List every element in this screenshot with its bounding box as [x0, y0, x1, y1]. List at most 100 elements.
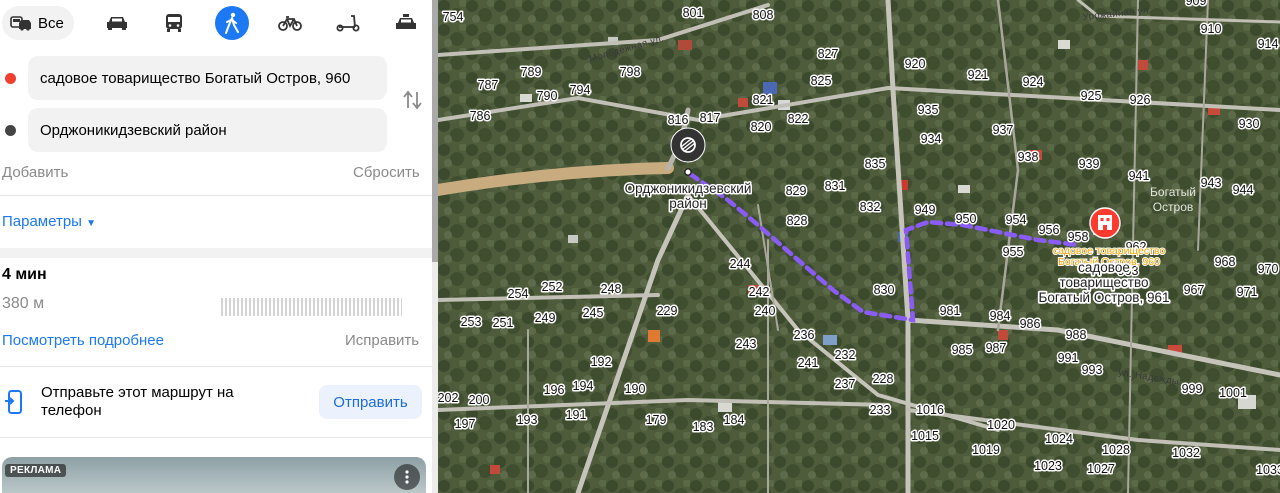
plot-number-789: 789: [521, 65, 542, 79]
plot-number-196: 196: [544, 383, 565, 397]
taxi-icon: [396, 14, 416, 29]
plot-number-985: 985: [952, 343, 973, 357]
mode-scooter-button[interactable]: [331, 6, 365, 40]
mode-bike-button[interactable]: [273, 6, 307, 40]
plot-number-1032: 1032: [1172, 446, 1200, 460]
plot-number-910: 910: [1201, 22, 1222, 36]
plot-number-956: 956: [1039, 223, 1060, 237]
map-canvas[interactable]: Молодёжная ул. ул. Надежды Урожайная ул.…: [438, 0, 1280, 493]
plot-number-938: 938: [1018, 150, 1039, 164]
add-point-link[interactable]: Добавить: [2, 164, 68, 181]
to-input[interactable]: Орджоникидзевский район: [28, 108, 387, 152]
plot-number-967: 967: [1184, 283, 1205, 297]
reset-link[interactable]: Сбросить: [353, 164, 420, 181]
plot-number-244: 244: [730, 257, 751, 271]
plot-number-192: 192: [591, 355, 612, 369]
plot-number-934: 934: [921, 132, 942, 146]
mode-car-button[interactable]: [100, 6, 134, 40]
destination-marker[interactable]: [1089, 207, 1121, 239]
plot-number-1019: 1019: [972, 443, 1000, 457]
plot-number-1015: 1015: [911, 429, 939, 443]
plot-number-232: 232: [835, 348, 856, 362]
plot-number-242: 242: [749, 285, 770, 299]
plot-number-1001: 1001: [1219, 386, 1247, 400]
plot-number-993: 993: [1082, 363, 1103, 377]
mode-taxi-button[interactable]: [389, 6, 423, 40]
transport-modes: Все: [0, 0, 432, 46]
plot-number-184: 184: [724, 413, 745, 427]
plot-number-1024: 1024: [1045, 432, 1073, 446]
caret-down-icon: ▼: [86, 218, 97, 229]
route-sidebar: Все садовое товарищество Богатый Остров,…: [0, 0, 432, 493]
car-bus-icon: [10, 16, 31, 31]
swap-route-icon[interactable]: [402, 90, 424, 110]
mode-all-label: Все: [38, 14, 64, 32]
plot-number-816: 816: [668, 113, 689, 127]
plot-number-237: 237: [835, 377, 856, 391]
send-route-text: Отправьте этот маршрут на телефон: [41, 384, 234, 419]
plot-number-236: 236: [794, 328, 815, 342]
more-icon[interactable]: [394, 464, 420, 490]
plot-number-954: 954: [1006, 213, 1027, 227]
plot-number-1020: 1020: [987, 418, 1015, 432]
plot-number-821: 821: [753, 93, 774, 107]
plot-number-921: 921: [968, 68, 989, 82]
plot-number-790: 790: [537, 89, 558, 103]
plot-number-1033: 1033: [1256, 463, 1280, 477]
scooter-icon: [336, 15, 360, 32]
plot-number-943: 943: [1201, 176, 1222, 190]
plot-number-958: 958: [1068, 230, 1089, 244]
plot-number-253: 253: [461, 315, 482, 329]
plot-number-935: 935: [918, 103, 939, 117]
divider: [0, 195, 432, 196]
details-link[interactable]: Посмотреть подробнее: [2, 332, 164, 349]
bus-icon: [166, 14, 182, 32]
plot-number-831: 831: [825, 179, 846, 193]
plot-number-229: 229: [657, 304, 678, 318]
plot-number-794: 794: [570, 83, 591, 97]
plot-number-183: 183: [693, 420, 714, 434]
plot-number-981: 981: [940, 304, 961, 318]
mode-all-button[interactable]: Все: [2, 6, 74, 40]
phone-icon: [5, 390, 22, 414]
plot-number-786: 786: [470, 109, 491, 123]
plot-number-999: 999: [1182, 382, 1203, 396]
plot-number-200: 200: [469, 393, 490, 407]
fix-link[interactable]: Исправить: [345, 332, 419, 349]
mode-walk-button[interactable]: [215, 6, 249, 40]
satellite-map[interactable]: Молодёжная ул. ул. Надежды Урожайная ул.…: [438, 0, 1280, 493]
plot-number-835: 835: [865, 157, 886, 171]
plot-number-194: 194: [573, 379, 594, 393]
plot-number-233: 233: [870, 403, 891, 417]
send-button[interactable]: Отправить: [319, 385, 422, 419]
ad-badge: РЕКЛАМА: [5, 464, 67, 477]
plot-number-986: 986: [1020, 317, 1041, 331]
plot-number-830: 830: [874, 283, 895, 297]
plot-number-191: 191: [566, 408, 587, 422]
plot-number-798: 798: [620, 65, 641, 79]
plot-number-243: 243: [736, 337, 757, 351]
ad-banner[interactable]: РЕКЛАМА: [2, 457, 426, 493]
plot-number-944: 944: [1233, 183, 1254, 197]
mode-bus-button[interactable]: [157, 6, 191, 40]
from-input[interactable]: садовое товарищество Богатый Остров, 960: [28, 56, 387, 100]
plot-number-1023: 1023: [1034, 459, 1062, 473]
plot-number-949: 949: [915, 203, 936, 217]
plot-number-987: 987: [986, 341, 1007, 355]
params-dropdown[interactable]: Параметры ▼: [2, 213, 96, 230]
plot-number-202: 202: [438, 391, 458, 405]
plot-number-1028: 1028: [1102, 443, 1130, 457]
plot-number-197: 197: [455, 417, 476, 431]
plot-number-827: 827: [818, 47, 839, 61]
plot-number-754: 754: [443, 10, 464, 24]
plot-number-950: 950: [956, 212, 977, 226]
params-label: Параметры: [2, 213, 82, 230]
plot-number-914: 914: [1258, 37, 1279, 51]
plot-number-228: 228: [873, 372, 894, 386]
plot-number-926: 926: [1130, 93, 1151, 107]
plot-number-970: 970: [1258, 262, 1279, 276]
plot-number-937: 937: [993, 123, 1014, 137]
plot-number-925: 925: [1081, 89, 1102, 103]
plot-number-787: 787: [478, 78, 499, 92]
car-icon: [107, 17, 127, 30]
